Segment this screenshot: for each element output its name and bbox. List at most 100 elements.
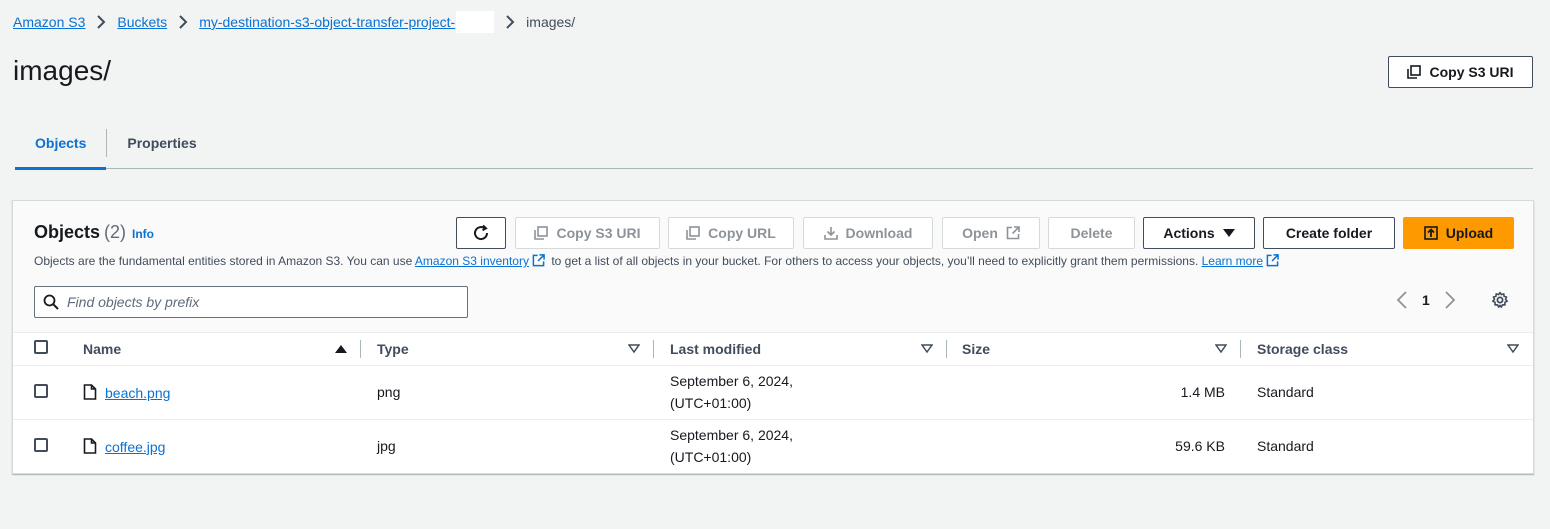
create-folder-button[interactable]: Create folder — [1263, 217, 1395, 249]
tab-properties[interactable]: Properties — [107, 118, 216, 168]
chevron-right-icon — [91, 12, 111, 32]
column-type-label: Type — [377, 340, 409, 357]
download-button[interactable]: Download — [803, 217, 933, 249]
delete-button[interactable]: Delete — [1048, 217, 1135, 249]
copy-icon — [1407, 65, 1422, 79]
refresh-button[interactable] — [456, 217, 506, 249]
copy-s3-uri-toolbar-label: Copy S3 URI — [556, 225, 641, 241]
upload-button[interactable]: Upload — [1403, 217, 1514, 249]
external-link-icon — [1266, 254, 1279, 267]
copy-url-button[interactable]: Copy URL — [668, 217, 794, 249]
column-header-type[interactable]: Type — [361, 333, 654, 365]
storage-class-cell: Standard — [1257, 438, 1314, 455]
type-cell: jpg — [377, 438, 396, 455]
name-cell: coffee.jpg — [68, 419, 361, 473]
upload-label: Upload — [1445, 225, 1494, 241]
name-cell: beach.png — [68, 365, 361, 419]
modified-date: September 6, 2024, — [670, 427, 793, 444]
objects-panel-header: Objects (2) Info Copy S3 URI Copy URL Dow… — [13, 201, 1533, 333]
breadcrumb-buckets[interactable]: Buckets — [117, 14, 167, 30]
last-modified-cell: September 6, 2024, (UTC+01:00) — [654, 365, 947, 419]
gear-icon — [1492, 291, 1508, 308]
size-cell: 59.6 KB — [1175, 438, 1225, 455]
copy-s3-uri-toolbar-button[interactable]: Copy S3 URI — [515, 217, 660, 249]
size-cell: 1.4 MB — [1180, 384, 1225, 400]
description-text-1: Objects are the fundamental entities sto… — [34, 254, 415, 268]
refresh-icon — [474, 224, 489, 241]
search-input[interactable] — [65, 293, 455, 311]
file-icon — [83, 437, 97, 454]
next-page-button[interactable] — [1444, 291, 1456, 309]
object-link[interactable]: beach.png — [105, 385, 170, 401]
info-link[interactable]: Info — [132, 227, 154, 241]
sort-icon — [1507, 344, 1519, 354]
storage-class-cell: Standard — [1257, 384, 1314, 400]
actions-label: Actions — [1163, 225, 1215, 241]
column-header-name[interactable]: Name — [68, 333, 361, 365]
objects-table: Name Type Last modified Size Storage cla… — [13, 333, 1533, 473]
tab-objects[interactable]: Objects — [15, 118, 107, 170]
tab-objects-label: Objects — [35, 135, 87, 151]
page-number[interactable]: 1 — [1422, 292, 1430, 308]
column-name-label: Name — [83, 340, 122, 357]
download-label: Download — [845, 225, 913, 241]
copy-s3-uri-label: Copy S3 URI — [1429, 64, 1514, 80]
external-link-icon — [532, 254, 545, 267]
learn-more-link[interactable]: Learn more — [1202, 254, 1263, 268]
breadcrumb-amazon-s3[interactable]: Amazon S3 — [13, 14, 85, 30]
modified-date: September 6, 2024, — [670, 373, 793, 389]
settings-button[interactable] — [1491, 291, 1509, 314]
sort-icon — [921, 344, 933, 354]
chevron-right-icon — [500, 12, 520, 32]
chevron-right-icon — [1445, 291, 1456, 309]
type-cell: png — [377, 384, 401, 400]
caret-down-icon — [1222, 229, 1235, 237]
redacted-box — [456, 11, 495, 33]
objects-count: (2) — [104, 222, 127, 242]
modified-timezone: (UTC+01:00) — [670, 395, 752, 411]
page-title: images/ — [13, 55, 112, 86]
objects-title-text: Objects — [34, 222, 101, 242]
sort-icon — [628, 344, 640, 354]
column-header-size[interactable]: Size — [947, 333, 1241, 365]
column-header-last-modified[interactable]: Last modified — [654, 333, 947, 365]
description-text-2: to get a list of all objects in your buc… — [547, 254, 1202, 268]
breadcrumb: Amazon S3 Buckets my-destination-s3-obje… — [13, 11, 575, 33]
download-icon — [823, 227, 838, 240]
upload-icon — [1423, 226, 1438, 240]
sort-icon — [1215, 344, 1227, 354]
table-row: beach.png png September 6, 2024, (UTC+01:… — [13, 365, 1533, 419]
inventory-link[interactable]: Amazon S3 inventory — [415, 254, 529, 268]
column-size-label: Size — [962, 340, 991, 357]
actions-dropdown-button[interactable]: Actions — [1143, 217, 1255, 249]
table-row: coffee.jpg jpg September 6, 2024, (UTC+01… — [13, 419, 1533, 473]
copy-url-label: Copy URL — [708, 225, 776, 241]
breadcrumb-bucket[interactable]: my-destination-s3-object-transfer-projec… — [199, 14, 455, 30]
objects-panel: Objects (2) Info Copy S3 URI Copy URL Dow… — [12, 200, 1534, 474]
copy-icon — [686, 226, 700, 240]
copy-s3-uri-button[interactable]: Copy S3 URI — [1388, 56, 1533, 88]
tab-properties-label: Properties — [127, 135, 197, 151]
select-all-checkbox[interactable] — [34, 340, 48, 355]
previous-page-button[interactable] — [1396, 291, 1408, 309]
file-icon — [83, 383, 97, 400]
table-header-row: Name Type Last modified Size Storage cla… — [13, 333, 1533, 365]
row-checkbox[interactable] — [34, 437, 48, 452]
column-last-modified-label: Last modified — [670, 340, 762, 357]
object-link[interactable]: coffee.jpg — [105, 439, 165, 455]
pagination: 1 — [1396, 291, 1456, 309]
column-header-storage-class[interactable]: Storage class — [1241, 333, 1533, 365]
last-modified-cell: September 6, 2024, (UTC+01:00) — [654, 419, 947, 473]
select-all-cell — [13, 333, 68, 365]
row-checkbox[interactable] — [34, 383, 48, 398]
column-storage-class-label: Storage class — [1257, 340, 1349, 357]
tab-bar: Objects Properties — [15, 118, 1533, 170]
objects-description: Objects are the fundamental entities sto… — [34, 254, 1282, 268]
copy-icon — [534, 226, 549, 240]
sort-ascending-icon — [335, 344, 347, 353]
search-box — [34, 286, 468, 318]
open-button[interactable]: Open — [942, 217, 1040, 249]
open-label: Open — [962, 225, 998, 241]
search-icon — [43, 294, 59, 310]
create-folder-label: Create folder — [1285, 225, 1373, 241]
